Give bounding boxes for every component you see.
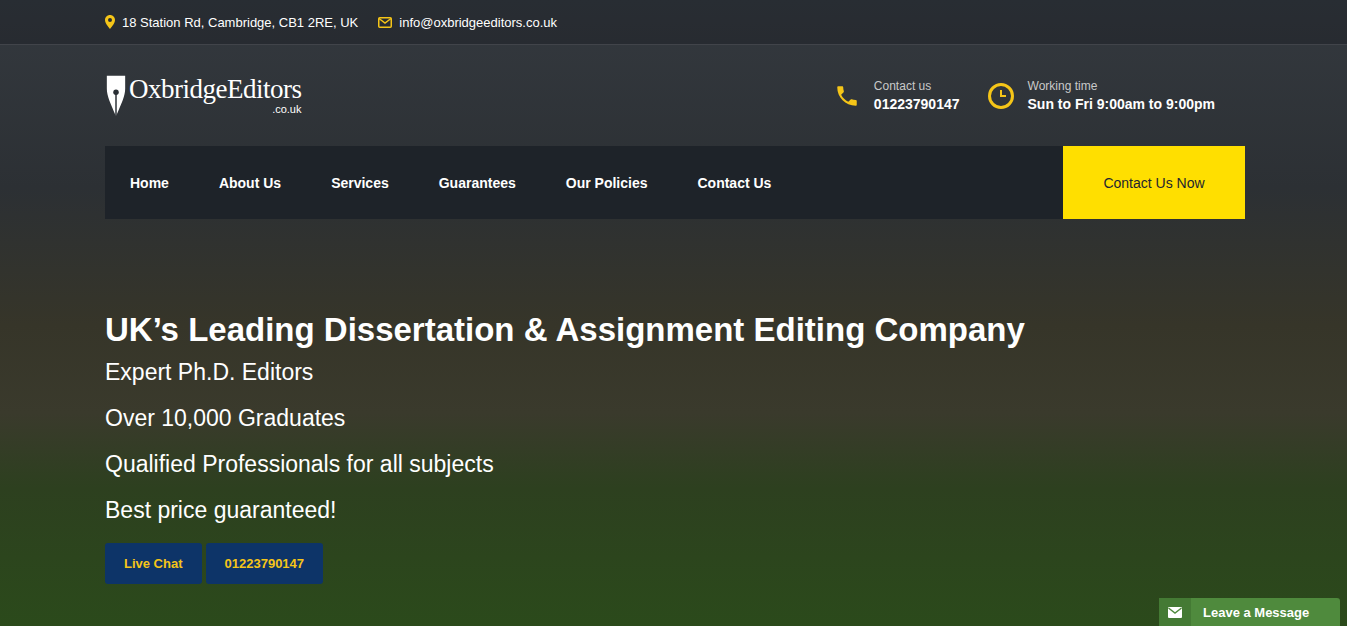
- contact-now-button[interactable]: Contact Us Now: [1063, 146, 1245, 219]
- pen-nib-icon: [105, 73, 127, 119]
- hero-point: Over 10,000 Graduates: [105, 395, 1245, 441]
- nav-item[interactable]: Contact Us: [697, 175, 771, 191]
- header: OxbridgeEditors .co.uk Contact us 012237…: [105, 45, 1245, 146]
- nav-item[interactable]: Services: [331, 175, 389, 191]
- nav-item[interactable]: Our Policies: [566, 175, 648, 191]
- clock-icon: [988, 83, 1014, 109]
- hero-button[interactable]: Live Chat: [105, 543, 202, 584]
- nav-item[interactable]: Home: [130, 175, 169, 191]
- logo[interactable]: OxbridgeEditors .co.uk: [105, 73, 301, 119]
- hero-point: Qualified Professionals for all subjects: [105, 441, 1245, 487]
- contact-info: Working time Sun to Fri 9:00am to 9:00pm: [988, 79, 1215, 112]
- envelope-icon: [378, 17, 392, 28]
- hero: UK’s Leading Dissertation & Assignment E…: [105, 219, 1245, 584]
- address: 18 Station Rd, Cambridge, CB1 2RE, UK: [105, 15, 358, 30]
- map-pin-icon: [105, 15, 115, 29]
- hero-point: Best price guaranteed!: [105, 487, 1245, 533]
- hero-point: Expert Ph.D. Editors: [105, 349, 1245, 395]
- hero-button[interactable]: 01223790147: [206, 543, 324, 584]
- hero-title: UK’s Leading Dissertation & Assignment E…: [105, 311, 1245, 349]
- navigation-bar: Home About Us Services Guarantees Our Polici…: [105, 146, 1245, 219]
- nav-item[interactable]: About Us: [219, 175, 281, 191]
- envelope-icon: [1168, 607, 1182, 618]
- email[interactable]: info@oxbridgeeditors.co.uk: [378, 15, 557, 30]
- nav-item[interactable]: Guarantees: [439, 175, 516, 191]
- hero-background: 18 Station Rd, Cambridge, CB1 2RE, UK in…: [0, 0, 1347, 626]
- top-bar: 18 Station Rd, Cambridge, CB1 2RE, UK in…: [0, 0, 1347, 45]
- phone-icon: [834, 83, 860, 109]
- leave-message-tab[interactable]: Leave a Message: [1159, 598, 1340, 626]
- contact-info: Contact us 01223790147: [834, 79, 960, 112]
